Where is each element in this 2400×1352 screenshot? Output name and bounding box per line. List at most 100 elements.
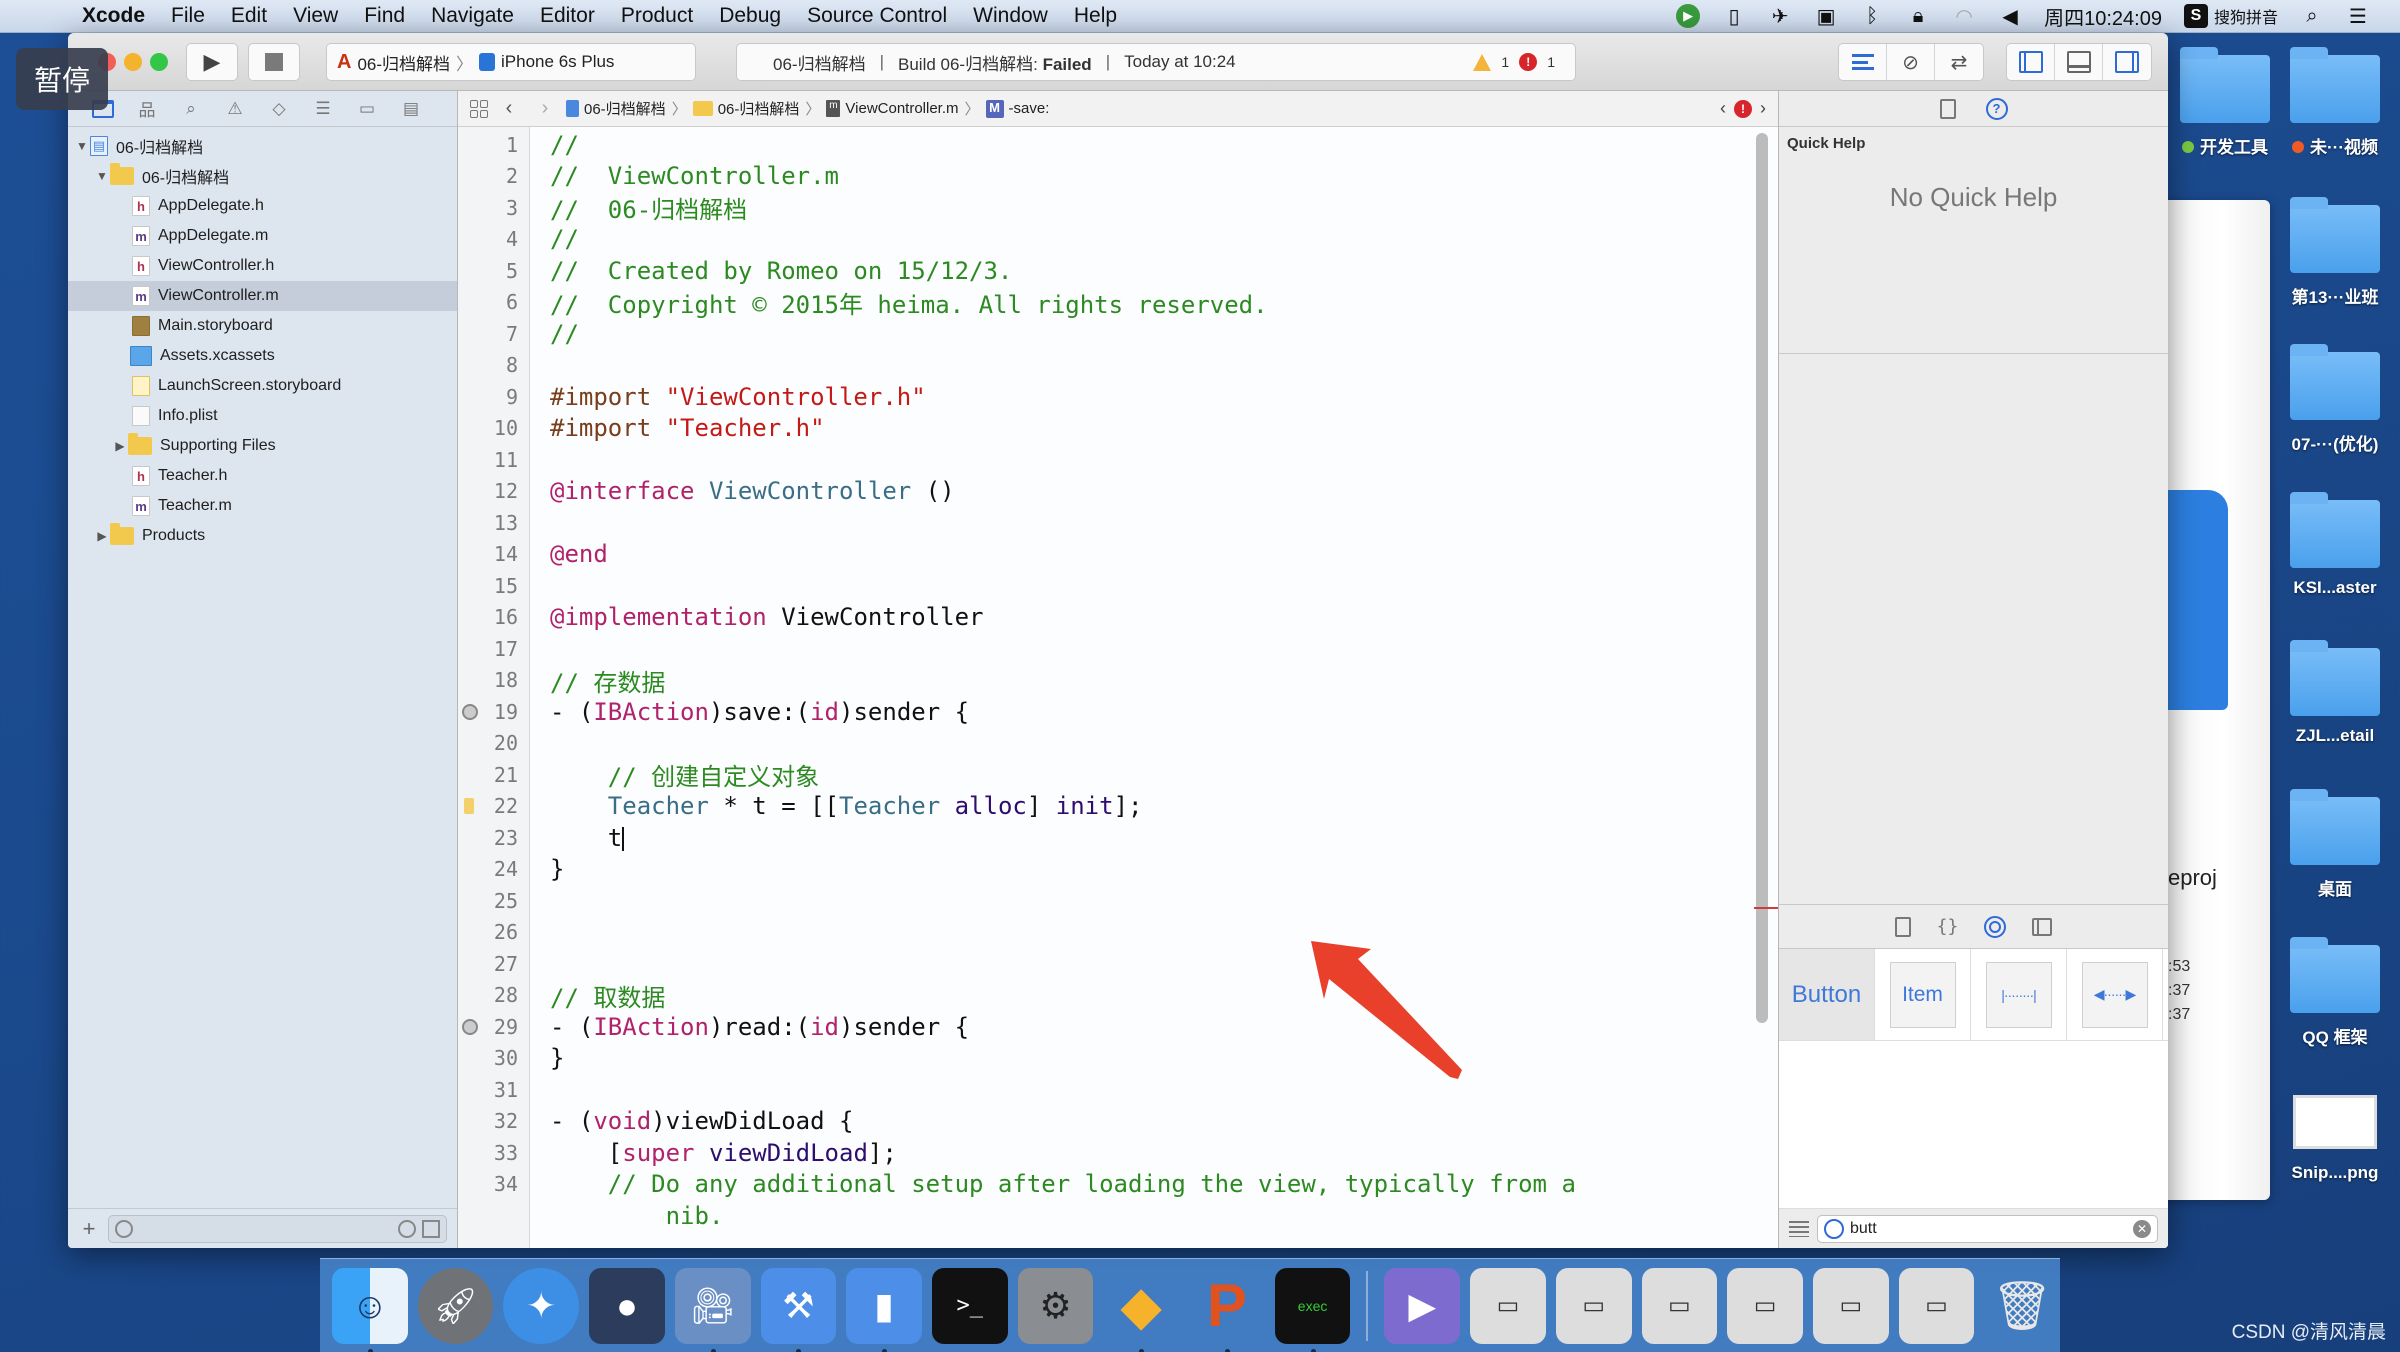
menu-file[interactable]: File [171,4,205,28]
toggle-utilities-button[interactable] [2103,44,2151,80]
file-inspector-icon[interactable] [1939,98,1956,119]
code-line[interactable]: 33 [super viewDidLoad]; [458,1137,1778,1169]
breadcrumb-method[interactable]: M -save: [985,99,1049,118]
ibaction-connection-icon[interactable] [462,703,478,720]
dock-video-editor[interactable]: 🎥︎ [674,1267,751,1352]
code-line[interactable]: 28 // 取数据 [458,980,1778,1012]
code-line[interactable]: 13 [458,507,1778,539]
desktop-folder[interactable]: 桌面 [2260,789,2400,900]
code-line[interactable]: 27 [458,948,1778,980]
menu-navigate[interactable]: Navigate [431,4,514,28]
dock-minimized-window[interactable]: ▭ [1470,1267,1546,1344]
desktop-file[interactable]: Snip....png [2260,1095,2400,1183]
menu-edit[interactable]: Edit [231,4,267,28]
notification-center-icon[interactable]: ☰ [2346,4,2370,28]
disclosure-closed-icon[interactable]: ▶ [112,439,128,453]
minimize-window-button[interactable] [124,53,142,71]
zoom-window-button[interactable] [150,53,168,71]
tree-item-group[interactable]: ▶ Products [68,521,457,551]
dock-finder[interactable]: ☺ [332,1267,408,1352]
dock-terminal[interactable]: >_ [931,1267,1008,1344]
breadcrumb-file[interactable]: m ViewController.m [826,100,959,117]
ibaction-connection-icon[interactable] [462,1018,478,1035]
standard-editor-button[interactable] [1839,44,1887,80]
dock-system-preferences[interactable]: ⚙ [1017,1267,1094,1344]
code-line[interactable]: 21 // 创建自定义对象 [458,759,1778,792]
dock-minimized-window[interactable]: ▭ [1555,1267,1632,1344]
code-line[interactable]: 23 t [458,822,1778,854]
desktop-folder[interactable]: ZJL...etail [2260,640,2400,746]
run-button[interactable]: ▶ [186,43,238,81]
code-line[interactable]: 3 // 06-归档解档 [458,192,1778,225]
tree-item-file[interactable]: m AppDelegate.m [68,221,457,251]
code-line[interactable]: 24} [458,854,1778,886]
menu-find[interactable]: Find [364,4,405,28]
dock-minimized-window[interactable]: ▭ [1641,1267,1718,1344]
code-line[interactable]: 18 // 存数据 [458,665,1778,697]
modified-files-icon[interactable] [422,1219,440,1238]
activity-viewer[interactable]: 06-归档解档 | Build 06-归档解档: Failed | Today … [736,43,1576,81]
toggle-debug-area-button[interactable] [2055,44,2103,80]
dock-simulator[interactable]: ▮ [846,1267,922,1352]
tree-item-file[interactable]: h Teacher.h [68,461,457,491]
library-item-button[interactable]: Button [1779,949,1875,1040]
tree-item-file[interactable]: h ViewController.h [68,251,457,281]
dock-sketch[interactable]: ◆ [1103,1268,1179,1352]
navigator-filter-input[interactable] [108,1214,447,1243]
code-line[interactable]: 4 // [458,224,1778,256]
menu-help[interactable]: Help [1074,4,1117,28]
scheme-selector[interactable]: A 06-归档解档 〉 iPhone 6s Plus [326,43,696,81]
warning-icon[interactable] [1473,53,1492,71]
code-line[interactable]: 9 #import "ViewController.h" [458,381,1778,413]
menu-product[interactable]: Product [621,4,693,28]
wifi-icon[interactable]: ◠ [1952,4,1976,28]
desktop-folder[interactable]: 未···视频 [2260,47,2400,158]
tree-item-file[interactable]: h AppDelegate.h [68,191,457,221]
menu-window[interactable]: Window [973,4,1048,28]
desktop-folder[interactable]: 07-···(优化) [2260,344,2400,455]
menu-editor[interactable]: Editor [540,4,595,28]
code-line[interactable]: 1 // [458,129,1778,161]
library-filter-input[interactable]: butt ✕ [1817,1214,2158,1243]
disclosure-open-icon[interactable]: ▼ [74,139,90,153]
code-line[interactable]: 5 // Created by Romeo on 15/12/3. [458,255,1778,287]
symbol-navigator-tab[interactable]: 品 [134,97,160,121]
dock-minimized-window[interactable]: ▭ [1898,1267,1975,1344]
assistant-editor-button[interactable]: ⊘ [1887,44,1935,80]
dock-mouse-app[interactable]: ● [589,1267,665,1344]
file-template-library-icon[interactable] [1894,916,1911,937]
desktop-folder[interactable]: 第13···业班 [2260,197,2400,308]
clock[interactable]: 周四10:24:09 [2044,2,2162,31]
add-file-button[interactable]: + [78,1216,100,1242]
tree-item-file[interactable]: Info.plist [68,401,457,431]
code-line[interactable]: 17 [458,633,1778,665]
debug-navigator-tab[interactable]: ☰ [310,97,336,121]
report-navigator-tab[interactable]: ▤ [398,97,424,121]
menu-debug[interactable]: Debug [719,4,781,28]
next-issue-button[interactable]: › [1760,98,1766,119]
lock-icon[interactable]: 🔒︎ [1906,4,1930,28]
dock-safari[interactable]: ✦ [503,1267,580,1344]
background-window[interactable]: eproj :53 :37 :37 [2150,200,2270,1200]
airplane-status-icon[interactable]: ✈ [1768,4,1792,28]
find-navigator-tab[interactable]: ⌕ [178,97,204,121]
tree-item-group[interactable]: ▶ Supporting Files [68,431,457,461]
menu-view[interactable]: View [293,4,338,28]
tree-item-file-selected[interactable]: m ViewController.m [68,281,457,311]
library-item-bar-button-item[interactable]: Item [1875,949,1971,1040]
library-item-fixed-space[interactable]: ◀······▶ [2067,949,2163,1040]
breadcrumb-project[interactable]: 06-归档解档 [566,98,666,119]
related-items-icon[interactable] [470,99,488,118]
code-line[interactable]: 25 [458,885,1778,917]
code-line[interactable]: 34 // Do any additional setup after load… [458,1169,1778,1201]
power-status-icon[interactable]: ▯ [1722,4,1746,28]
media-library-icon[interactable] [2032,917,2053,936]
desktop-folder[interactable]: KSI...aster [2260,492,2400,598]
menu-app[interactable]: Xcode [82,4,145,28]
tree-item-file[interactable]: Assets.xcassets [68,341,457,371]
tree-item-file[interactable]: m Teacher.m [68,491,457,521]
tree-item-group[interactable]: ▼ 06-归档解档 [68,161,457,191]
code-line[interactable]: 11 [458,444,1778,476]
menu-source-control[interactable]: Source Control [807,4,947,28]
back-button[interactable]: ‹ [494,97,524,120]
